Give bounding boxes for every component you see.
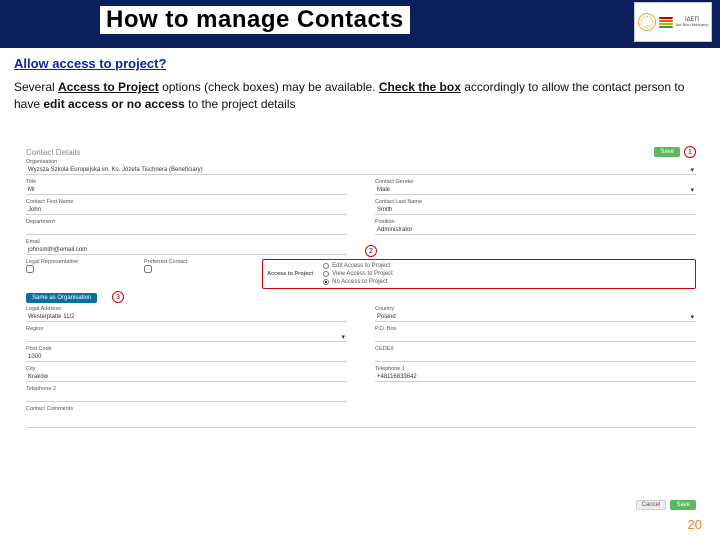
cedex-input[interactable] — [375, 352, 696, 362]
region-select[interactable] — [26, 332, 347, 342]
label-access: Access to Project — [267, 271, 313, 277]
country-select[interactable]: Poland — [375, 312, 696, 322]
title-input[interactable]: Mr — [26, 185, 347, 195]
contact-details-form: Contact Details Save 1 Organisation Wyzs… — [26, 148, 696, 510]
first-name-input[interactable]: John — [26, 205, 347, 215]
save-button[interactable]: Save — [654, 147, 680, 157]
access-option-none[interactable]: No Access to Project — [323, 279, 393, 285]
logo: ΙΔΕΠ Διά Βίου Μάθησης — [634, 2, 712, 42]
section-explanation: Several Access to Project options (check… — [14, 79, 706, 113]
position-input[interactable]: Administrator — [375, 225, 696, 235]
access-option-edit[interactable]: Edit Access to Project — [323, 263, 393, 269]
city-input[interactable]: Kraków — [26, 372, 347, 382]
save-button-bottom[interactable]: Save — [670, 500, 696, 510]
header-bar: How to manage Contacts ΙΔΕΠ Διά Βίου Μάθ… — [0, 0, 720, 48]
same-as-org-button[interactable]: Same as Organisation — [26, 293, 97, 303]
eu-stars-icon — [638, 13, 656, 31]
gender-select[interactable]: Male — [375, 185, 696, 195]
access-option-view[interactable]: View Access to Project — [323, 271, 393, 277]
postcode-input[interactable]: 1000 — [26, 352, 347, 362]
callout-2: 2 — [365, 245, 377, 257]
page-title: How to manage Contacts — [100, 6, 410, 34]
legal-rep-checkbox[interactable] — [26, 265, 34, 273]
label-preferred-contact: Preferred Contact — [144, 259, 234, 265]
callout-3: 3 — [112, 291, 124, 303]
section-heading: Contact Details — [26, 148, 696, 157]
callout-1: 1 — [684, 146, 696, 158]
department-input[interactable] — [26, 225, 347, 235]
label-legal-rep: Legal Representative — [26, 259, 116, 265]
preferred-contact-checkbox[interactable] — [144, 265, 152, 273]
tel1-input[interactable]: +48116833642 — [375, 372, 696, 382]
tel2-input[interactable] — [26, 392, 347, 402]
colored-stripes-icon — [659, 17, 673, 28]
comments-textarea[interactable] — [26, 412, 696, 428]
section-question: Allow access to project? — [14, 56, 706, 71]
email-input[interactable]: johnsmith@email.com — [26, 245, 347, 255]
pobox-input[interactable] — [375, 332, 696, 342]
page-number: 20 — [688, 517, 702, 532]
last-name-input[interactable]: Smith — [375, 205, 696, 215]
logo-text: ΙΔΕΠ Διά Βίου Μάθησης — [676, 17, 709, 27]
intro-block: Allow access to project? Several Access … — [0, 48, 720, 117]
organisation-select[interactable]: Wyzsza Szkola Europejska im. Ks. Józefa … — [26, 165, 696, 175]
access-panel: Access to Project Edit Access to Project… — [262, 259, 696, 289]
cancel-button[interactable]: Cancel — [636, 500, 667, 510]
legal-address-input[interactable]: Westerplatte 11/2 — [26, 312, 347, 322]
